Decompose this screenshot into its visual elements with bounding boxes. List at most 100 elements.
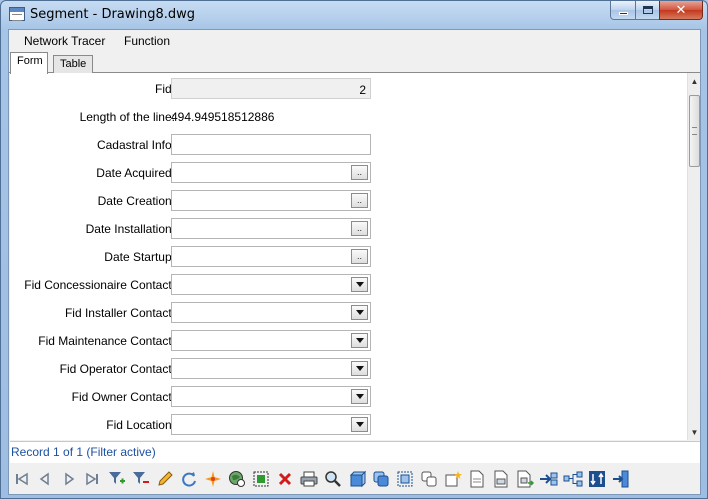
length-label: Length of the line: — [79, 110, 175, 124]
highlight-icon[interactable] — [203, 469, 223, 489]
chevron-down-icon — [355, 310, 364, 315]
report-export-icon[interactable] — [515, 469, 535, 489]
previous-record-icon[interactable] — [35, 469, 55, 489]
report-icon[interactable] — [491, 469, 511, 489]
first-record-icon[interactable] — [12, 469, 32, 489]
field-row-fid-installer: Fid Installer Contact: — [10, 302, 687, 324]
menu-function[interactable]: Function — [124, 34, 170, 48]
scroll-up-icon[interactable]: ▲ — [688, 75, 701, 89]
box-3d-icon[interactable] — [347, 469, 367, 489]
fid-concessionaire-dropdown-button[interactable] — [351, 277, 368, 292]
title-bar[interactable]: Segment - Drawing8.dwg ✕ — [1, 1, 707, 29]
tab-table[interactable]: Table — [53, 55, 93, 73]
new-document-icon[interactable] — [443, 469, 463, 489]
record-status: Record 1 of 1 (Filter active) — [10, 441, 700, 463]
field-row-fid-owner: Fid Owner Contact: — [10, 386, 687, 408]
window-app-icon[interactable] — [9, 7, 25, 21]
fid-location-dropdown-button[interactable] — [351, 417, 368, 432]
date-creation-input[interactable]: .. — [171, 190, 371, 211]
chevron-down-icon — [355, 282, 364, 287]
date-acquired-label: Date Acquired: — [96, 166, 175, 180]
field-row-fid-maintenance: Fid Maintenance Contact: — [10, 330, 687, 352]
tab-strip: Form Table — [9, 52, 700, 74]
duplicate-icon[interactable] — [419, 469, 439, 489]
print-icon[interactable] — [299, 469, 319, 489]
date-startup-label: Date Startup: — [104, 250, 175, 264]
scroll-down-icon[interactable]: ▼ — [688, 426, 701, 440]
menu-network-tracer[interactable]: Network Tracer — [24, 34, 105, 48]
length-value: 494.949518512886 — [171, 110, 275, 124]
field-row-length: Length of the line: 494.949518512886 — [10, 106, 687, 128]
next-record-icon[interactable] — [59, 469, 79, 489]
minimize-button[interactable] — [610, 1, 636, 20]
add-filter-icon[interactable] — [107, 469, 127, 489]
chevron-down-icon — [355, 338, 364, 343]
fid-concessionaire-dropdown[interactable] — [171, 274, 371, 295]
form-panel: Fid: 2 Length of the line: 494.949518512… — [10, 73, 687, 440]
field-row-date-startup: Date Startup: .. — [10, 246, 687, 268]
window-title: Segment - Drawing8.dwg — [30, 7, 196, 22]
close-icon: ✕ — [675, 2, 687, 17]
zoom-globe-icon[interactable] — [227, 469, 247, 489]
date-installation-browse-button[interactable]: .. — [351, 221, 368, 236]
sort-icon[interactable] — [587, 469, 607, 489]
fid-installer-label: Fid Installer Contact: — [64, 306, 175, 320]
maximize-button[interactable] — [635, 1, 660, 20]
cadastral-label: Cadastral Info: — [96, 138, 175, 152]
delete-icon[interactable] — [275, 469, 295, 489]
field-row-fid-operator: Fid Operator Contact: — [10, 358, 687, 380]
date-acquired-browse-button[interactable]: .. — [351, 165, 368, 180]
maximize-icon — [642, 6, 653, 14]
fid-location-dropdown[interactable] — [171, 414, 371, 435]
link-in-icon[interactable] — [539, 469, 559, 489]
date-startup-browse-button[interactable]: .. — [351, 249, 368, 264]
fid-owner-dropdown[interactable] — [171, 386, 371, 407]
fid-concessionaire-label: Fid Concessionaire Contact: — [24, 278, 175, 292]
vertical-scrollbar[interactable]: ▲ ▼ — [687, 73, 700, 440]
application-window: Segment - Drawing8.dwg ✕ Network Tracer … — [0, 0, 708, 499]
field-row-date-creation: Date Creation: .. — [10, 190, 687, 212]
refresh-icon[interactable] — [179, 469, 199, 489]
date-startup-input[interactable]: .. — [171, 246, 371, 267]
fid-owner-label: Fid Owner Contact: — [71, 390, 175, 404]
close-button[interactable]: ✕ — [659, 1, 703, 20]
zoom-icon[interactable] — [323, 469, 343, 489]
bottom-toolbar — [9, 464, 700, 494]
fid-owner-dropdown-button[interactable] — [351, 389, 368, 404]
field-row-date-acquired: Date Acquired: .. — [10, 162, 687, 184]
fid-operator-dropdown[interactable] — [171, 358, 371, 379]
chevron-down-icon — [355, 366, 364, 371]
document-icon[interactable] — [467, 469, 487, 489]
date-acquired-input[interactable]: .. — [171, 162, 371, 183]
field-row-fid-location: Fid Location: — [10, 414, 687, 436]
date-creation-browse-button[interactable]: .. — [351, 193, 368, 208]
menu-bar: Network Tracer Function — [9, 30, 700, 52]
select-objects-icon[interactable] — [251, 469, 271, 489]
fid-installer-dropdown[interactable] — [171, 302, 371, 323]
date-creation-label: Date Creation: — [97, 194, 175, 208]
tab-form[interactable]: Form — [10, 52, 48, 74]
minimize-icon — [618, 11, 628, 15]
chevron-down-icon — [355, 422, 364, 427]
last-record-icon[interactable] — [82, 469, 102, 489]
fid-location-label: Fid Location: — [106, 418, 175, 432]
exit-icon[interactable] — [611, 469, 631, 489]
scroll-thumb[interactable] — [689, 95, 700, 167]
fid-operator-label: Fid Operator Contact: — [59, 362, 175, 376]
network-icon[interactable] — [563, 469, 583, 489]
fid-maintenance-label: Fid Maintenance Contact: — [38, 334, 175, 348]
field-row-date-installation: Date Installation: .. — [10, 218, 687, 240]
edit-icon[interactable] — [155, 469, 175, 489]
copy-shapes-icon[interactable] — [371, 469, 391, 489]
fid-maintenance-dropdown[interactable] — [171, 330, 371, 351]
date-installation-input[interactable]: .. — [171, 218, 371, 239]
select-frame-icon[interactable] — [395, 469, 415, 489]
remove-filter-icon[interactable] — [131, 469, 151, 489]
chevron-down-icon — [355, 394, 364, 399]
client-area: Network Tracer Function Form Table Fid: … — [8, 29, 701, 495]
fid-operator-dropdown-button[interactable] — [351, 361, 368, 376]
fid-installer-dropdown-button[interactable] — [351, 305, 368, 320]
fid-maintenance-dropdown-button[interactable] — [351, 333, 368, 348]
field-row-fid-concessionaire: Fid Concessionaire Contact: — [10, 274, 687, 296]
cadastral-info-input[interactable] — [171, 134, 371, 155]
